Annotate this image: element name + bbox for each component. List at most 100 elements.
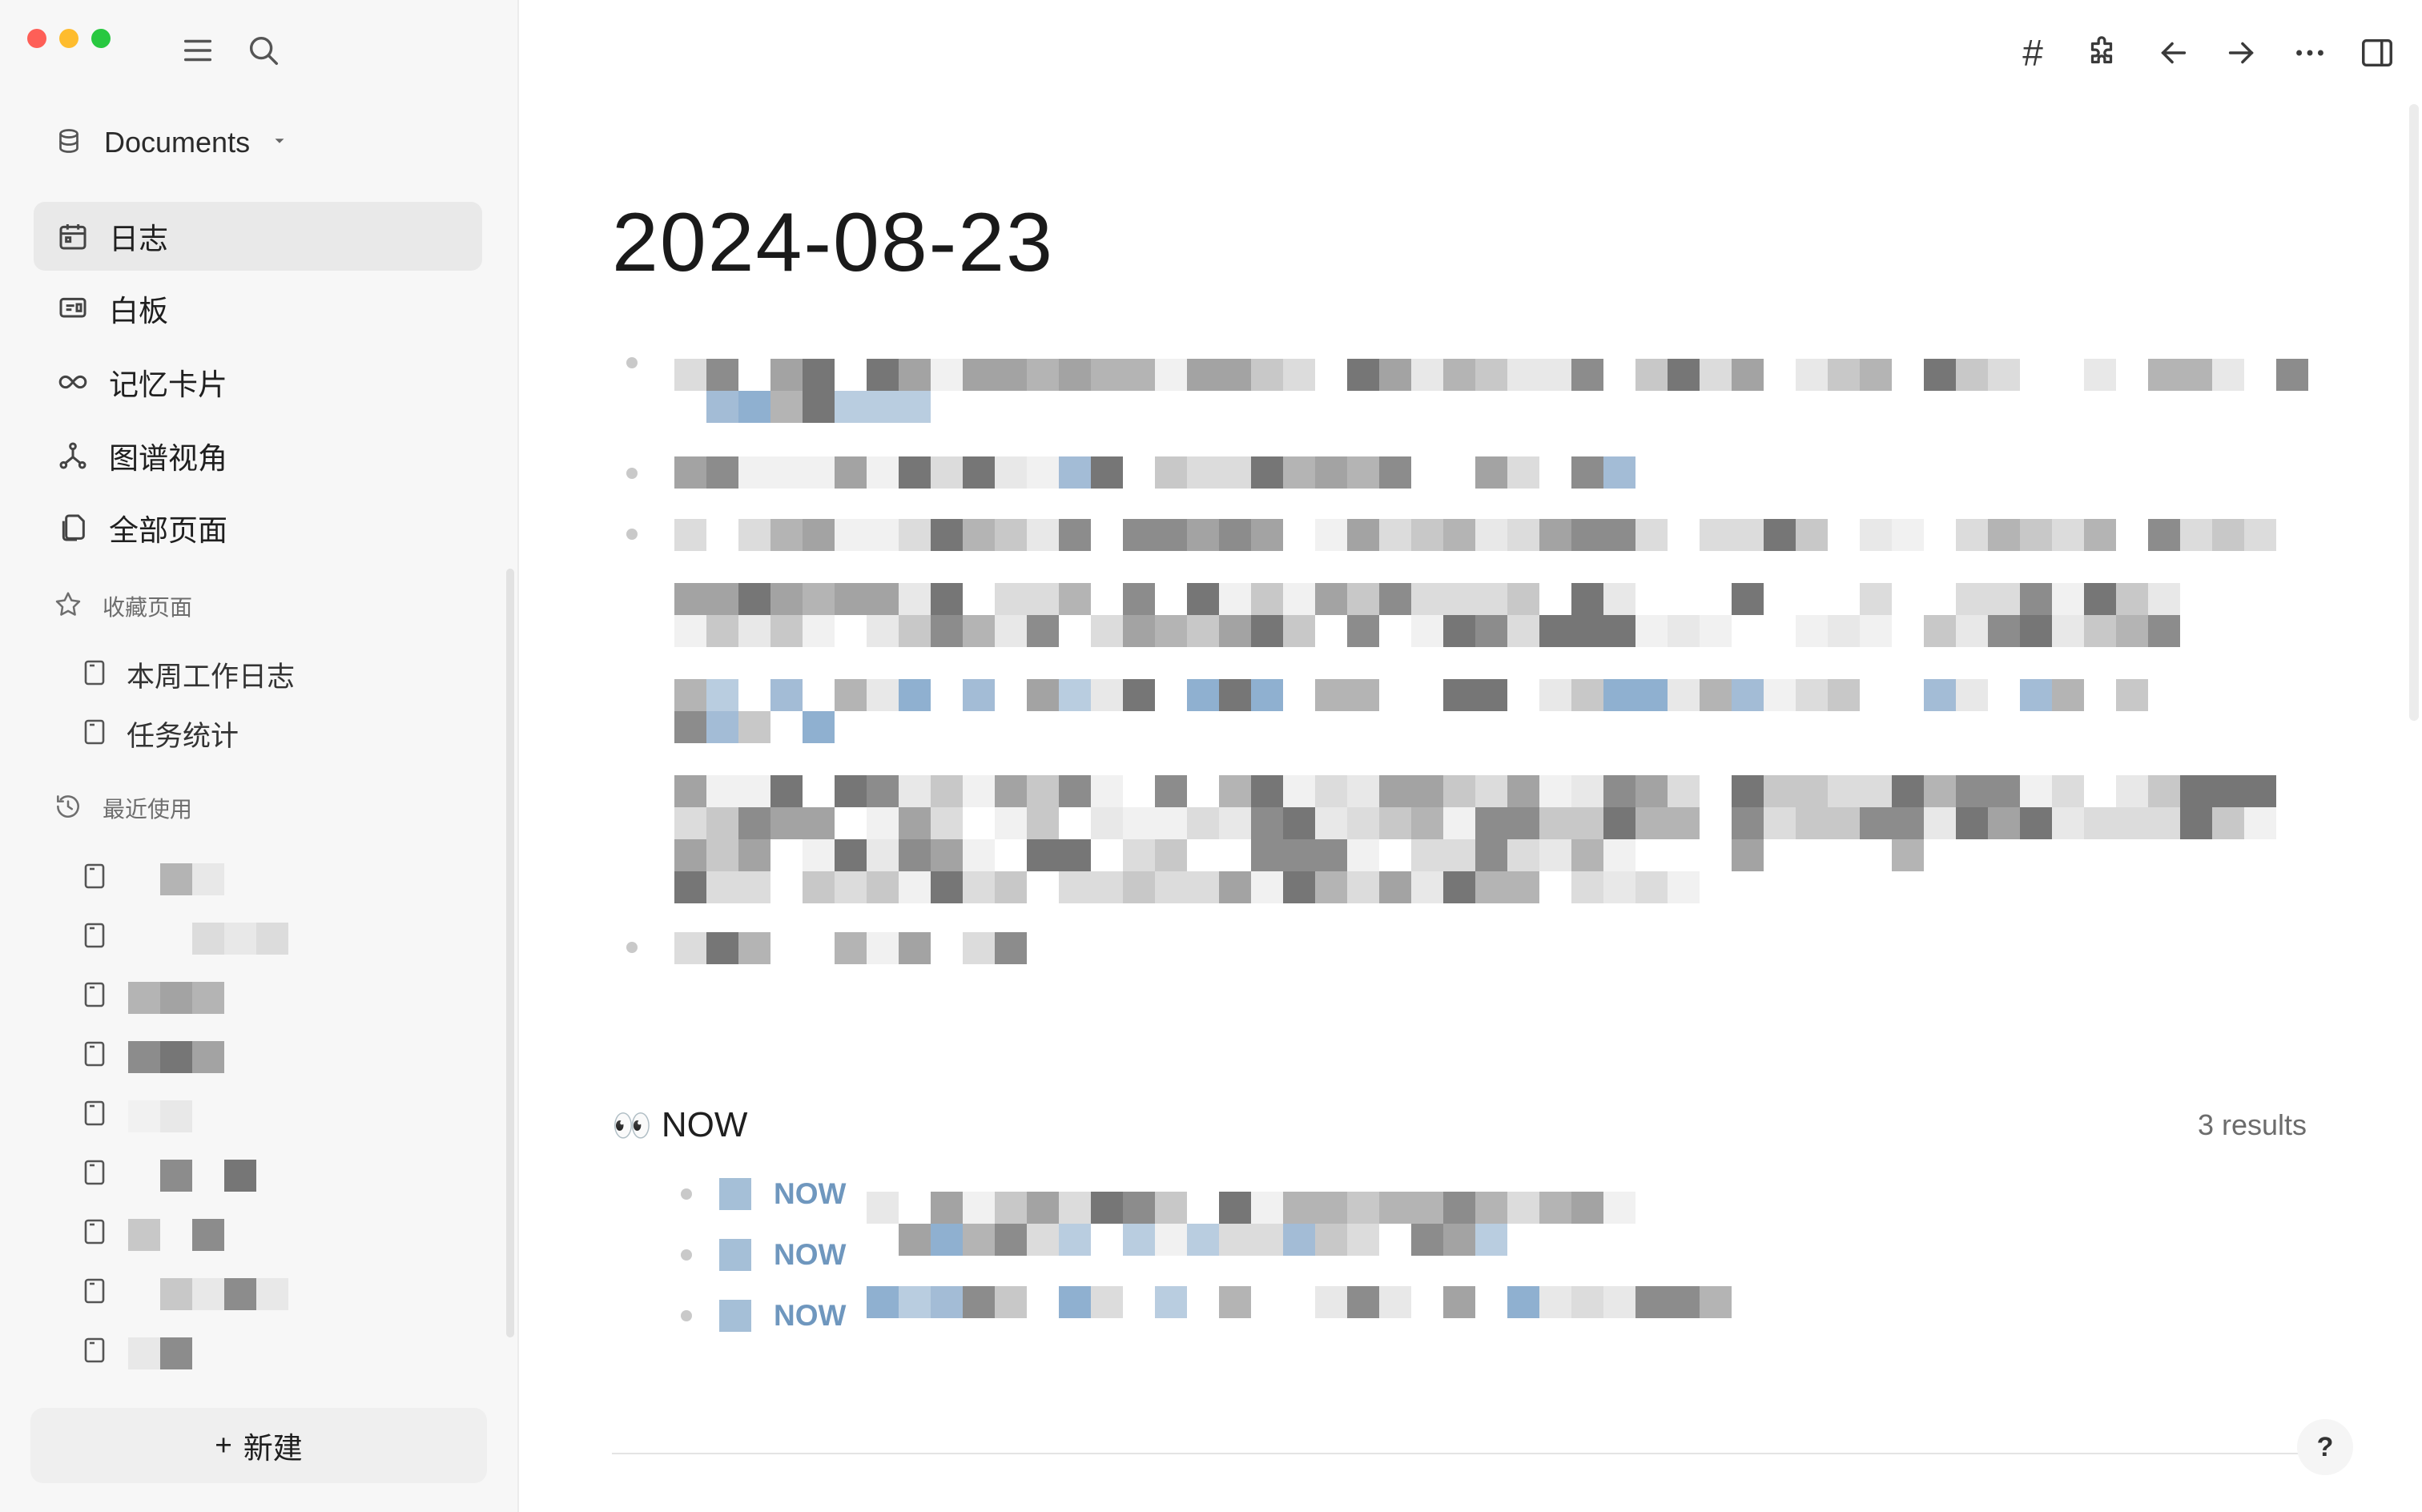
- recent-page-item[interactable]: [83, 972, 420, 1020]
- main-scrollbar[interactable]: [2409, 104, 2419, 721]
- window-zoom-button[interactable]: [91, 29, 111, 48]
- redacted-text-block: [867, 1192, 899, 1224]
- now-task-row[interactable]: NOW: [681, 1174, 846, 1214]
- page-title[interactable]: 2024-08-23: [612, 195, 1054, 291]
- redacted-text-block: [1603, 519, 1635, 551]
- favorite-item[interactable]: 本周工作日志: [83, 652, 295, 697]
- page-icon: [83, 1277, 106, 1309]
- recent-header[interactable]: 最近使用: [53, 788, 192, 828]
- redacted-text-block: [1603, 1286, 1635, 1318]
- redacted-text-block: [1219, 456, 1251, 489]
- back-arrow-icon[interactable]: [2153, 32, 2195, 74]
- task-checkbox[interactable]: [719, 1178, 751, 1210]
- redacted-text-block: [2052, 807, 2084, 839]
- redacted-text-block: [867, 839, 899, 871]
- redacted-text-block: [160, 1100, 192, 1132]
- sidebar-scrollbar[interactable]: [506, 569, 514, 1337]
- now-marker[interactable]: NOW: [774, 1177, 846, 1211]
- redacted-text-block: [192, 982, 224, 1014]
- redacted-text-block: [1924, 615, 1956, 647]
- redacted-text-block: [1251, 583, 1283, 615]
- redacted-text-block: [2116, 615, 2148, 647]
- recent-page-item[interactable]: [83, 913, 420, 961]
- forward-arrow-icon[interactable]: [2220, 32, 2262, 74]
- now-query-header[interactable]: 👀 NOW: [612, 1105, 747, 1145]
- hashtag-icon[interactable]: #: [2012, 32, 2054, 74]
- nav-graph-view[interactable]: 图谱视角: [34, 421, 482, 490]
- redacted-text-block: [995, 615, 1027, 647]
- bullet[interactable]: [626, 942, 638, 953]
- now-marker[interactable]: NOW: [774, 1299, 846, 1333]
- nav-all-pages[interactable]: 全部页面: [34, 493, 482, 562]
- help-button[interactable]: ?: [2297, 1419, 2353, 1475]
- search-icon[interactable]: [245, 32, 282, 69]
- redacted-text-block: [2116, 583, 2148, 615]
- redacted-text-block: [1187, 679, 1219, 711]
- redacted-text-block: [803, 456, 835, 489]
- window-close-button[interactable]: [27, 29, 46, 48]
- sidebar-toggle-icon[interactable]: [2356, 32, 2398, 74]
- redacted-text-block: [1379, 807, 1411, 839]
- bullet[interactable]: [626, 529, 638, 540]
- redacted-text-block: [706, 679, 738, 711]
- recent-page-item[interactable]: [83, 1091, 420, 1139]
- redacted-text-block: [1059, 839, 1091, 871]
- more-icon[interactable]: [2289, 32, 2331, 74]
- page-icon: [83, 718, 106, 750]
- task-checkbox[interactable]: [719, 1239, 751, 1271]
- redacted-text-block: [1379, 871, 1411, 903]
- nav-whiteboards[interactable]: 白板: [34, 274, 482, 343]
- redacted-text-block: [995, 1224, 1027, 1256]
- redacted-text-block: [1796, 519, 1828, 551]
- nav-flashcards[interactable]: 记忆卡片: [34, 348, 482, 416]
- now-marker[interactable]: NOW: [774, 1238, 846, 1272]
- redacted-text-block: [1091, 807, 1123, 839]
- redacted-text-block: [1123, 583, 1155, 615]
- redacted-text-block: [1187, 615, 1219, 647]
- recent-page-item[interactable]: [83, 1269, 420, 1317]
- plugin-icon[interactable]: [2081, 32, 2122, 74]
- now-task-row[interactable]: NOW: [681, 1296, 846, 1336]
- redacted-text-block: [1283, 615, 1315, 647]
- graph-switcher[interactable]: Documents: [54, 120, 288, 165]
- redacted-text-block: [1315, 775, 1347, 807]
- redacted-text-block: [1219, 583, 1251, 615]
- bullet[interactable]: [626, 468, 638, 479]
- redacted-text-block: [1475, 1192, 1507, 1224]
- redacted-text-block: [1251, 871, 1283, 903]
- redacted-text-block: [1411, 615, 1443, 647]
- redacted-text-block: [770, 519, 803, 551]
- redacted-text-block: [1155, 359, 1187, 391]
- redacted-text-block: [1956, 615, 1988, 647]
- favorite-item[interactable]: 任务统计: [83, 711, 239, 756]
- bullet[interactable]: [681, 1249, 692, 1261]
- redacted-text-block: [1507, 839, 1539, 871]
- now-task-row[interactable]: NOW: [681, 1235, 846, 1275]
- bullet[interactable]: [681, 1188, 692, 1200]
- nav-label: 记忆卡片: [109, 368, 227, 401]
- redacted-text-block: [1155, 775, 1187, 807]
- window-minimize-button[interactable]: [59, 29, 78, 48]
- redacted-text-block: [1347, 1224, 1379, 1256]
- redacted-text-block: [1475, 807, 1507, 839]
- recent-page-item[interactable]: [83, 1150, 420, 1198]
- redacted-text-block: [1732, 807, 1764, 839]
- menu-icon[interactable]: [179, 32, 216, 69]
- bullet[interactable]: [626, 357, 638, 368]
- favorites-header[interactable]: 收藏页面: [53, 586, 192, 626]
- task-checkbox[interactable]: [719, 1300, 751, 1332]
- recent-page-item[interactable]: [83, 1209, 420, 1257]
- nav-journals[interactable]: 日志: [34, 202, 482, 271]
- redacted-text-block: [1443, 871, 1475, 903]
- recent-page-item[interactable]: [83, 854, 420, 902]
- redacted-text-block: [803, 711, 835, 743]
- redacted-text-block: [706, 871, 738, 903]
- recent-page-item[interactable]: [83, 1328, 420, 1376]
- redacted-text-block: [1732, 359, 1764, 391]
- redacted-text-block: [1347, 679, 1379, 711]
- redacted-text-block: [1219, 1224, 1251, 1256]
- recent-page-item[interactable]: [83, 1031, 420, 1080]
- bullet[interactable]: [681, 1310, 692, 1321]
- redacted-text-block: [674, 583, 706, 615]
- new-page-button[interactable]: + 新建: [30, 1408, 487, 1483]
